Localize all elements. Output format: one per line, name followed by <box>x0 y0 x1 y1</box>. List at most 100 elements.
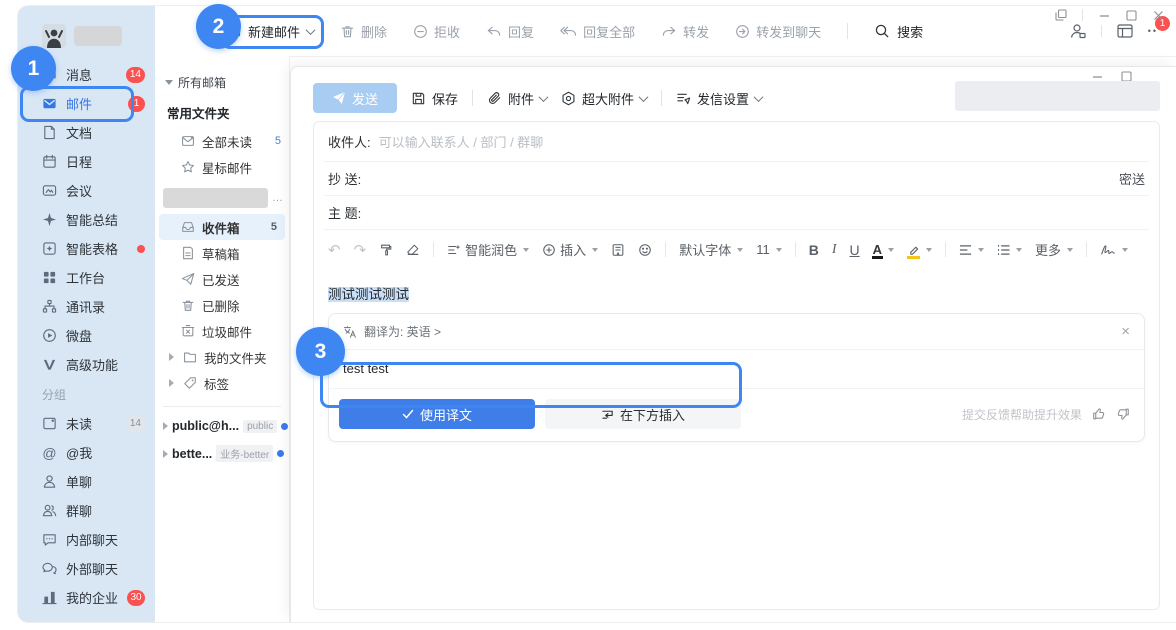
cc-field[interactable]: 抄 送: 密送 <box>324 162 1149 196</box>
folder-tag[interactable]: 标签 <box>155 370 289 396</box>
maximize-icon[interactable] <box>1125 9 1137 21</box>
template-icon[interactable] <box>611 243 625 257</box>
reply-button[interactable]: 回复 <box>486 22 534 41</box>
sidebar-item-label: 未读 <box>66 414 117 433</box>
sidebar-item-unread[interactable]: 未读 14 <box>18 409 155 438</box>
sidebar-item-mail[interactable]: 邮件1 <box>18 89 155 118</box>
sidebar-item-label: 消息 <box>66 65 117 84</box>
folder-trash[interactable]: 已删除 <box>155 292 289 318</box>
to-field[interactable]: 收件人: 可以输入联系人 / 部门 / 群聊 <box>324 122 1149 162</box>
subject-field[interactable]: 主 题: <box>324 196 1149 230</box>
contact-card-icon[interactable] <box>1069 22 1087 40</box>
sidebar-item-sparkle[interactable]: 智能总结 <box>18 205 155 234</box>
sidebar-item-smart-table[interactable]: 智能表格 <box>18 234 155 263</box>
sidebar-item-doc[interactable]: 文档 <box>18 118 155 147</box>
reply-all-button[interactable]: 回复全部 <box>560 22 635 41</box>
folder-mail-unread[interactable]: 全部未读5 <box>155 128 289 154</box>
feedback-label: 提交反馈帮助提升效果 <box>962 406 1082 423</box>
align-button[interactable] <box>959 244 984 256</box>
pin-window-icon[interactable] <box>1055 9 1067 21</box>
folder-label: 全部未读 <box>202 132 268 151</box>
mail-actions: 删除 拒收 回复 回复全部 转发 转发到聊天 <box>340 22 821 41</box>
sidebar-item-workbench[interactable]: 工作台 <box>18 263 155 292</box>
eraser-icon[interactable] <box>406 243 420 257</box>
account-tag: 业务-better <box>216 445 273 462</box>
folder-label: 已删除 <box>202 296 281 315</box>
sidebar-item-label: 邮件 <box>66 94 119 113</box>
compose-body[interactable]: 测试测试测试 翻译为: 英语 > × test test <box>324 267 1149 442</box>
forward-button[interactable]: 转发 <box>661 22 709 41</box>
sidebar-item-label: 工作台 <box>66 268 145 287</box>
more-options-icon[interactable]: •• 1 <box>1148 26 1158 36</box>
all-mailboxes[interactable]: 所有邮箱 <box>155 70 289 95</box>
list-button[interactable] <box>997 244 1022 256</box>
translate-target-label[interactable]: 翻译为: 英语 > <box>364 323 441 340</box>
undo-icon[interactable]: ↶ <box>328 241 341 259</box>
sidebar-item-at[interactable]: @@我 <box>18 438 155 467</box>
sidebar-item-contacts[interactable]: 通讯录 <box>18 292 155 321</box>
sidebar-item-bubbles[interactable]: 外部聊天 <box>18 554 155 583</box>
insert-below-icon <box>601 408 614 421</box>
folder-junk[interactable]: 垃圾邮件 <box>155 318 289 344</box>
redo-icon[interactable]: ↷ <box>354 241 367 259</box>
unread-count-badge: 14 <box>126 416 145 432</box>
thumbs-up-icon[interactable] <box>1092 407 1106 421</box>
insert-below-button[interactable]: 在下方插入 <box>545 399 741 429</box>
account-row-redacted[interactable]: … <box>163 188 283 208</box>
more-format-button[interactable]: 更多 <box>1035 240 1073 259</box>
workbench-icon <box>42 270 57 285</box>
use-translation-button[interactable]: 使用译文 <box>339 399 535 429</box>
folder-label: 垃圾邮件 <box>202 322 281 341</box>
close-icon[interactable] <box>1152 9 1164 21</box>
highlight-button[interactable] <box>907 244 932 256</box>
thumbs-down-icon[interactable] <box>1116 407 1130 421</box>
mail-account-item[interactable]: public@h...public <box>155 413 289 439</box>
account-more-dots[interactable]: … <box>272 192 283 204</box>
layout-panel-icon[interactable] <box>1116 22 1134 40</box>
font-family-select[interactable]: 默认字体 <box>679 240 743 259</box>
sidebar-item-drive[interactable]: 微盘 <box>18 321 155 350</box>
folder-sent[interactable]: 已发送 <box>155 266 289 292</box>
send-settings-button[interactable]: 发信设置 <box>676 89 762 108</box>
block-button[interactable]: 拒收 <box>413 22 460 41</box>
insert-button[interactable]: 插入 <box>542 240 598 259</box>
action-label: 转发 <box>683 22 709 41</box>
close-icon[interactable]: × <box>1121 324 1130 339</box>
search-button[interactable]: 搜索 <box>874 22 923 41</box>
bcc-toggle[interactable]: 密送 <box>1119 169 1145 188</box>
folder-folder[interactable]: 我的文件夹 <box>155 344 289 370</box>
italic-button[interactable]: I <box>832 242 837 258</box>
main-panel: 新建邮件 删除拒收回复回复全部转发转发到聊天 搜索 •• 1 <box>155 6 1176 622</box>
meeting-icon <box>42 183 57 198</box>
save-button[interactable]: 保存 <box>411 89 458 108</box>
sidebar-item-bubble-dots[interactable]: 内部聊天 <box>18 525 155 554</box>
font-color-button[interactable]: A <box>873 243 894 256</box>
chat-forward-button[interactable]: 转发到聊天 <box>735 22 821 41</box>
emoji-icon[interactable] <box>638 243 652 257</box>
action-label: 删除 <box>361 22 387 41</box>
mail-account-item[interactable]: bette...业务-better <box>155 439 289 468</box>
folder-draft[interactable]: 草稿箱 <box>155 240 289 266</box>
sidebar-item-people[interactable]: 群聊 <box>18 496 155 525</box>
sidebar-item-calendar[interactable]: 日程 <box>18 147 155 176</box>
signature-button[interactable] <box>1100 243 1128 256</box>
folder-star[interactable]: 星标邮件 <box>155 154 289 180</box>
underline-button[interactable]: U <box>850 242 860 258</box>
avatar[interactable] <box>42 24 66 48</box>
smart-polish-button[interactable]: 智能润色 <box>447 240 529 259</box>
big-attach-button[interactable]: 超大附件 <box>561 89 647 108</box>
folder-inbox[interactable]: 收件箱5 <box>159 214 285 240</box>
sidebar-item-advanced[interactable]: 高级功能 <box>18 350 155 379</box>
drive-icon <box>42 328 57 343</box>
minimize-icon[interactable] <box>1098 9 1110 21</box>
sidebar-item-org[interactable]: 我的企业30 <box>18 583 155 612</box>
font-size-select[interactable]: 11 <box>756 242 782 257</box>
format-painter-icon[interactable] <box>379 243 393 257</box>
send-button[interactable]: 发送 <box>313 83 397 113</box>
attach-button[interactable]: 附件 <box>487 89 547 108</box>
big-attach-icon <box>561 91 576 106</box>
sidebar-item-meeting[interactable]: 会议 <box>18 176 155 205</box>
bold-button[interactable]: B <box>809 242 819 258</box>
sidebar-item-person[interactable]: 单聊 <box>18 467 155 496</box>
trash-button[interactable]: 删除 <box>340 22 387 41</box>
